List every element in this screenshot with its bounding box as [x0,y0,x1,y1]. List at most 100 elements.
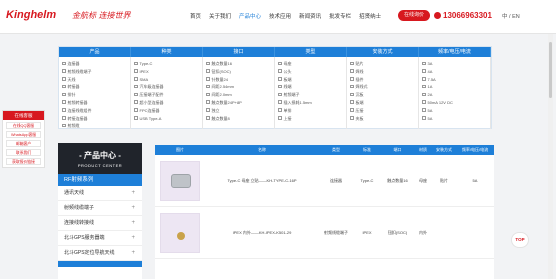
checkbox-icon[interactable] [206,77,210,81]
filter-option[interactable]: 汽车级连接器 [134,83,199,91]
checkbox-icon[interactable] [134,77,138,81]
checkbox-icon[interactable] [350,84,354,89]
nav-item-products[interactable]: 产品中心 [235,12,265,20]
filter-option[interactable]: 板端 [278,76,343,84]
filter-option[interactable]: 连接线缆组件 [62,107,127,115]
filter-option[interactable]: 针数量24 [206,76,271,84]
sidebar-item[interactable]: 通讯天线 + [58,186,142,201]
sidebar-item[interactable]: 射频线缆端子 + [58,201,142,216]
filter-option[interactable]: 排针 [62,91,127,99]
expand-plus-icon[interactable]: + [131,231,135,246]
filter-option[interactable]: 板端 [350,99,415,107]
checkbox-icon[interactable] [134,100,138,104]
filter-option[interactable]: 上接 [278,115,343,123]
filter-option[interactable]: FPC连接器 [134,107,199,115]
checkbox-icon[interactable] [350,108,354,112]
sidebar-category-rf[interactable]: RF射频系列 [58,174,142,186]
filter-option[interactable]: 压接端子配件 [134,91,199,99]
checkbox-icon[interactable] [422,100,426,104]
checkbox-icon[interactable] [62,116,66,120]
checkbox-icon[interactable] [422,92,426,97]
nav-item-jobs[interactable]: 招贤纳士 [355,12,385,20]
filter-option[interactable]: 插入损耗1.5mm [278,99,343,107]
checkbox-icon[interactable] [350,61,354,65]
filter-option[interactable]: 连接器 [62,60,127,68]
filter-option[interactable]: 焊线式 [350,83,415,91]
checkbox-icon[interactable] [62,108,66,112]
filter-option[interactable]: 射频转接器 [62,99,127,107]
checkbox-icon[interactable] [62,77,66,81]
back-to-top-button[interactable]: TOP [511,232,529,248]
filter-option[interactable]: 1A [422,83,487,91]
checkbox-icon[interactable] [278,100,282,104]
expand-plus-icon[interactable]: + [131,216,135,231]
checkbox-icon[interactable] [422,108,426,112]
filter-option[interactable]: 射频缆 [62,122,127,129]
filter-option[interactable]: 5A [422,115,487,123]
filter-option[interactable]: 焊线 [350,68,415,76]
filter-option[interactable]: 转接连接器 [62,115,127,123]
service-contact[interactable]: 联系我们 [6,149,41,156]
language-switch[interactable]: 中 / EN [502,12,520,20]
checkbox-icon[interactable] [206,116,210,120]
checkbox-icon[interactable] [278,84,282,89]
filter-option[interactable]: 压接 [350,107,415,115]
checkbox-icon[interactable] [422,77,426,81]
nav-item-news[interactable]: 新闻资讯 [295,12,325,20]
checkbox-icon[interactable] [206,69,210,73]
nav-item-wholesale[interactable]: 批发专栏 [325,12,355,20]
checkbox-icon[interactable] [206,84,210,89]
checkbox-icon[interactable] [278,116,282,120]
checkbox-icon[interactable] [206,92,210,97]
filter-option[interactable]: 触点数量8 [206,115,271,123]
sidebar-item[interactable]: 北斗GPS定位导航天线 + [58,246,142,261]
filter-option[interactable]: 间距2.54mm [206,83,271,91]
filter-option[interactable]: 母座 [278,60,343,68]
filter-option[interactable]: 转接器 [62,83,127,91]
filter-option[interactable]: 天线 [62,76,127,84]
checkbox-icon[interactable] [134,116,138,120]
filter-option[interactable]: 5A [422,107,487,115]
checkbox-icon[interactable] [62,69,66,73]
checkbox-icon[interactable] [350,100,354,104]
filter-option[interactable]: 射频端子 [278,91,343,99]
checkbox-icon[interactable] [62,123,66,128]
service-email[interactable]: 邮箱客户 [6,140,41,147]
checkbox-icon[interactable] [350,77,354,81]
filter-option[interactable]: 夹板 [350,115,415,123]
filter-option[interactable]: USB Type-A [134,115,199,123]
service-quote[interactable]: 获取报价链接 [6,158,41,165]
filter-option[interactable]: 独立 [206,107,271,115]
nav-item-tech[interactable]: 技术应用 [265,12,295,20]
brand-logo[interactable]: Kinghelm [6,9,56,21]
filter-option[interactable]: 50mA 12V DC [422,99,487,107]
filter-option[interactable]: 触点数量24P+8P [206,99,271,107]
table-row[interactable]: IPEX 内外——KH-IPEX-K501-29 射频线缆端子 IPEX 钮扣(… [155,207,494,259]
service-whatsapp[interactable]: WhatsApp客服 [6,131,41,138]
filter-option[interactable]: 3A [422,60,487,68]
checkbox-icon[interactable] [62,92,66,97]
filter-option[interactable]: 钮扣(SOC) [206,68,271,76]
filter-option[interactable]: 超小型连接器 [134,99,199,107]
filter-option[interactable]: 4A [422,68,487,76]
checkbox-icon[interactable] [278,108,282,112]
checkbox-icon[interactable] [134,61,138,65]
filter-option[interactable]: Type-C [134,60,199,68]
service-qq[interactable]: 在线QQ客服 [6,122,41,129]
checkbox-icon[interactable] [422,61,426,65]
checkbox-icon[interactable] [206,61,210,65]
sidebar-item[interactable]: 北斗GPS服务器端 + [58,231,142,246]
filter-option[interactable]: 触点数量16 [206,60,271,68]
filter-option[interactable]: 7.5A [422,76,487,84]
checkbox-icon[interactable] [350,92,354,97]
checkbox-icon[interactable] [278,61,282,65]
checkbox-icon[interactable] [134,92,138,97]
expand-plus-icon[interactable]: + [131,246,135,261]
filter-option[interactable]: 间距2.0mm [206,91,271,99]
checkbox-icon[interactable] [134,69,138,73]
checkbox-icon[interactable] [278,92,282,97]
sidebar-item[interactable]: 连接线转接线 + [58,216,142,231]
checkbox-icon[interactable] [278,77,282,81]
checkbox-icon[interactable] [422,84,426,89]
product-image[interactable] [160,160,200,201]
